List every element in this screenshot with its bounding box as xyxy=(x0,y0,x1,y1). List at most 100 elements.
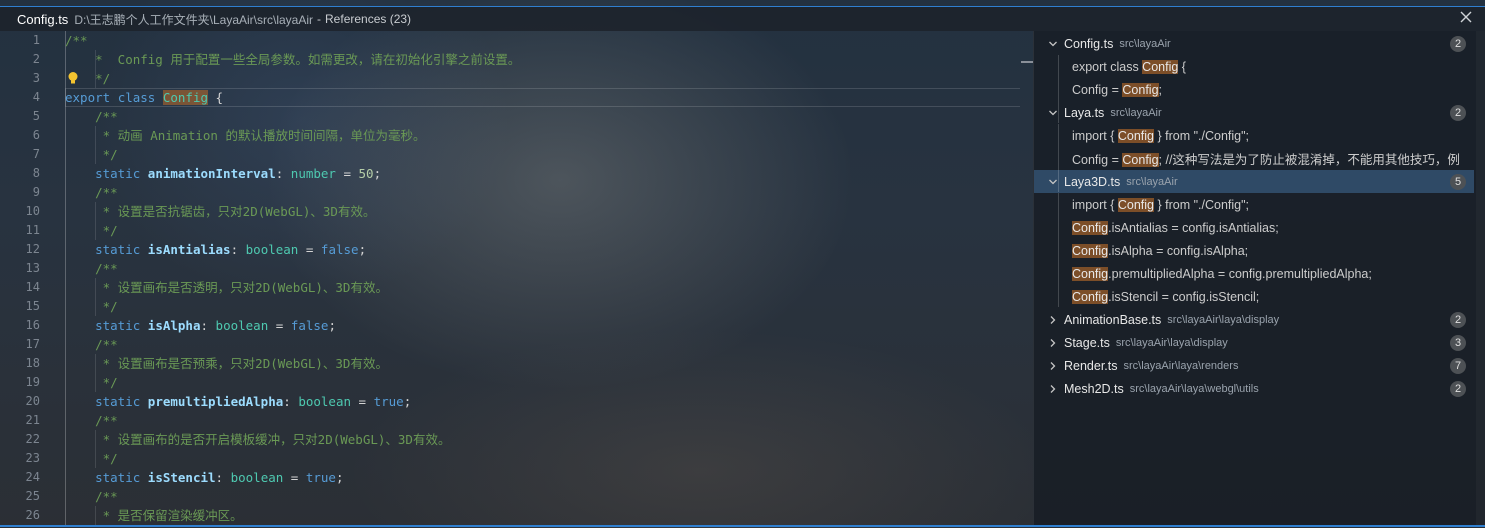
reference-match-row[interactable]: Config.premultipliedAlpha = config.premu… xyxy=(1034,262,1474,285)
reference-file-row[interactable]: Mesh2D.ts src\layaAir\laya\webgl\utils 2 xyxy=(1034,377,1474,400)
current-code-line: export class Config { xyxy=(65,88,1020,107)
title-separator: - xyxy=(317,12,322,26)
line-number: 15 xyxy=(25,299,40,313)
reference-file-name: Config.ts xyxy=(1064,36,1114,51)
panel-bottom-border xyxy=(0,525,1485,527)
reference-match-row[interactable]: import { Config } from "./Config"; xyxy=(1034,124,1474,147)
indent-guide xyxy=(95,506,96,525)
property: isAntialias xyxy=(147,242,231,257)
comment: * 设置画布是否预乘，只对2D(WebGL)、3D有效。 xyxy=(65,356,388,371)
line-number: 19 xyxy=(25,375,40,389)
chevron-right-icon[interactable] xyxy=(1048,361,1058,371)
match-text: Config.isAntialias = config.isAntialias; xyxy=(1072,220,1279,235)
chevron-down-icon[interactable] xyxy=(1048,39,1058,49)
peek-code-editor[interactable]: 1 2 3 4 5 6 7 8 9 10 11 12 13 14 15 16 1… xyxy=(0,31,1020,525)
code-line: /** xyxy=(65,107,1020,126)
comment: * 设置是否抗锯齿，只对2D(WebGL)、3D有效。 xyxy=(65,204,376,219)
boolean-literal: false xyxy=(320,242,359,257)
references-count: References (23) xyxy=(325,12,412,26)
tree-indent-guide xyxy=(1058,193,1059,307)
comment: */ xyxy=(65,147,118,162)
line-number: 22 xyxy=(25,432,40,446)
references-scrollbar[interactable] xyxy=(1476,31,1485,525)
reference-file-row[interactable]: AnimationBase.ts src\layaAir\laya\displa… xyxy=(1034,308,1474,331)
reference-file-row[interactable]: Stage.ts src\layaAir\laya\display 3 xyxy=(1034,331,1474,354)
line-number: 1 xyxy=(32,33,40,47)
type: number xyxy=(290,166,336,181)
reference-file-path: src\layaAir xyxy=(1110,106,1162,119)
match-highlight: Config xyxy=(1117,128,1154,143)
line-number: 6 xyxy=(32,128,40,142)
chevron-down-icon[interactable] xyxy=(1048,108,1058,118)
match-prefix: Config = xyxy=(1072,153,1123,167)
boolean-literal: false xyxy=(290,318,329,333)
reference-file-name: Laya3D.ts xyxy=(1064,174,1121,189)
line-number: 25 xyxy=(25,489,40,503)
line-number: 23 xyxy=(25,451,40,465)
reference-file-name: Laya.ts xyxy=(1064,105,1105,120)
match-suffix: .isAntialias = config.isAntialias; xyxy=(1108,220,1279,235)
indent-guide xyxy=(95,50,96,69)
keyword: static xyxy=(95,242,141,257)
code-area[interactable]: /** * Config 用于配置一些全局参数。如需更改，请在初始化引擎之前设置… xyxy=(65,31,1020,525)
reference-file-name: Mesh2D.ts xyxy=(1064,381,1124,396)
boolean-literal: true xyxy=(305,470,336,485)
highlighted-symbol[interactable]: Config xyxy=(162,90,209,105)
comment: * 设置画布是否透明，只对2D(WebGL)、3D有效。 xyxy=(65,280,388,295)
close-icon[interactable] xyxy=(1457,9,1475,27)
reference-file-path: src\layaAir\laya\display xyxy=(1115,336,1228,349)
reference-match-row[interactable]: export class Config { xyxy=(1034,55,1474,78)
reference-match-row[interactable]: Config.isAntialias = config.isAntialias; xyxy=(1034,216,1474,239)
line-number: 10 xyxy=(25,204,40,218)
reference-file-row[interactable]: Config.ts src\layaAir 2 xyxy=(1034,32,1474,55)
indent-guide xyxy=(95,69,96,88)
property: premultipliedAlpha xyxy=(147,394,284,409)
indent-guide xyxy=(95,354,96,373)
indent-guide xyxy=(95,202,96,221)
chevron-down-icon[interactable] xyxy=(1048,177,1058,187)
code-line: /** xyxy=(65,183,1020,202)
code-line: * 设置画布是否透明，只对2D(WebGL)、3D有效。 xyxy=(65,278,1020,297)
match-text: export class Config { xyxy=(1072,59,1186,74)
reference-match-row[interactable]: import { Config } from "./Config"; xyxy=(1034,193,1474,216)
comment: /** xyxy=(65,261,118,276)
code-line: /** xyxy=(65,31,1020,50)
chevron-right-icon[interactable] xyxy=(1048,384,1058,394)
keyword: static xyxy=(95,470,141,485)
match-suffix: .premultipliedAlpha = config.premultipli… xyxy=(1108,266,1372,281)
type: boolean xyxy=(245,242,299,257)
keyword: static xyxy=(95,318,141,333)
comment: /** xyxy=(65,489,118,504)
chevron-right-icon[interactable] xyxy=(1048,315,1058,325)
code-line: /** xyxy=(65,259,1020,278)
match-prefix: export class xyxy=(1072,59,1143,74)
comment: * 是否保留渲染缓冲区。 xyxy=(65,508,243,523)
reference-match-row[interactable]: Config = Config; //这种写法是为了防止被混淆掉，不能用其他技巧… xyxy=(1034,147,1474,170)
reference-match-row[interactable]: Config.isAlpha = config.isAlpha; xyxy=(1034,239,1474,262)
reference-file-row-selected[interactable]: Laya3D.ts src\layaAir 5 xyxy=(1034,170,1474,193)
comment: /** xyxy=(65,413,118,428)
match-prefix: import { xyxy=(1072,128,1118,143)
peek-file-name[interactable]: Config.ts xyxy=(17,12,68,27)
indent-guide xyxy=(95,373,96,392)
reference-file-row[interactable]: Laya.ts src\layaAir 2 xyxy=(1034,101,1474,124)
match-text: Config.premultipliedAlpha = config.premu… xyxy=(1072,266,1372,281)
code-line: * 设置画布的是否开启模板缓冲，只对2D(WebGL)、3D有效。 xyxy=(65,430,1020,449)
comment: /** xyxy=(65,109,118,124)
reference-count-badge: 3 xyxy=(1450,335,1466,351)
reference-file-path: src\layaAir\laya\renders xyxy=(1123,359,1239,372)
code-line: /** xyxy=(65,487,1020,506)
match-suffix: } from "./Config"; xyxy=(1154,197,1250,212)
reference-file-row[interactable]: Render.ts src\layaAir\laya\renders 7 xyxy=(1034,354,1474,377)
match-highlight: Config xyxy=(1072,243,1109,258)
match-highlight: Config xyxy=(1122,82,1159,97)
chevron-right-icon[interactable] xyxy=(1048,338,1058,348)
match-highlight: Config xyxy=(1072,220,1109,235)
code-line: */ xyxy=(65,69,1020,88)
reference-match-row[interactable]: Config.isStencil = config.isStencil; xyxy=(1034,285,1474,308)
match-suffix: ; xyxy=(1158,82,1163,97)
references-tree-panel[interactable]: Config.ts src\layaAir 2 export class Con… xyxy=(1033,31,1485,525)
code-line: */ xyxy=(65,373,1020,392)
type: boolean xyxy=(230,470,284,485)
reference-match-row[interactable]: Config = Config; xyxy=(1034,78,1474,101)
